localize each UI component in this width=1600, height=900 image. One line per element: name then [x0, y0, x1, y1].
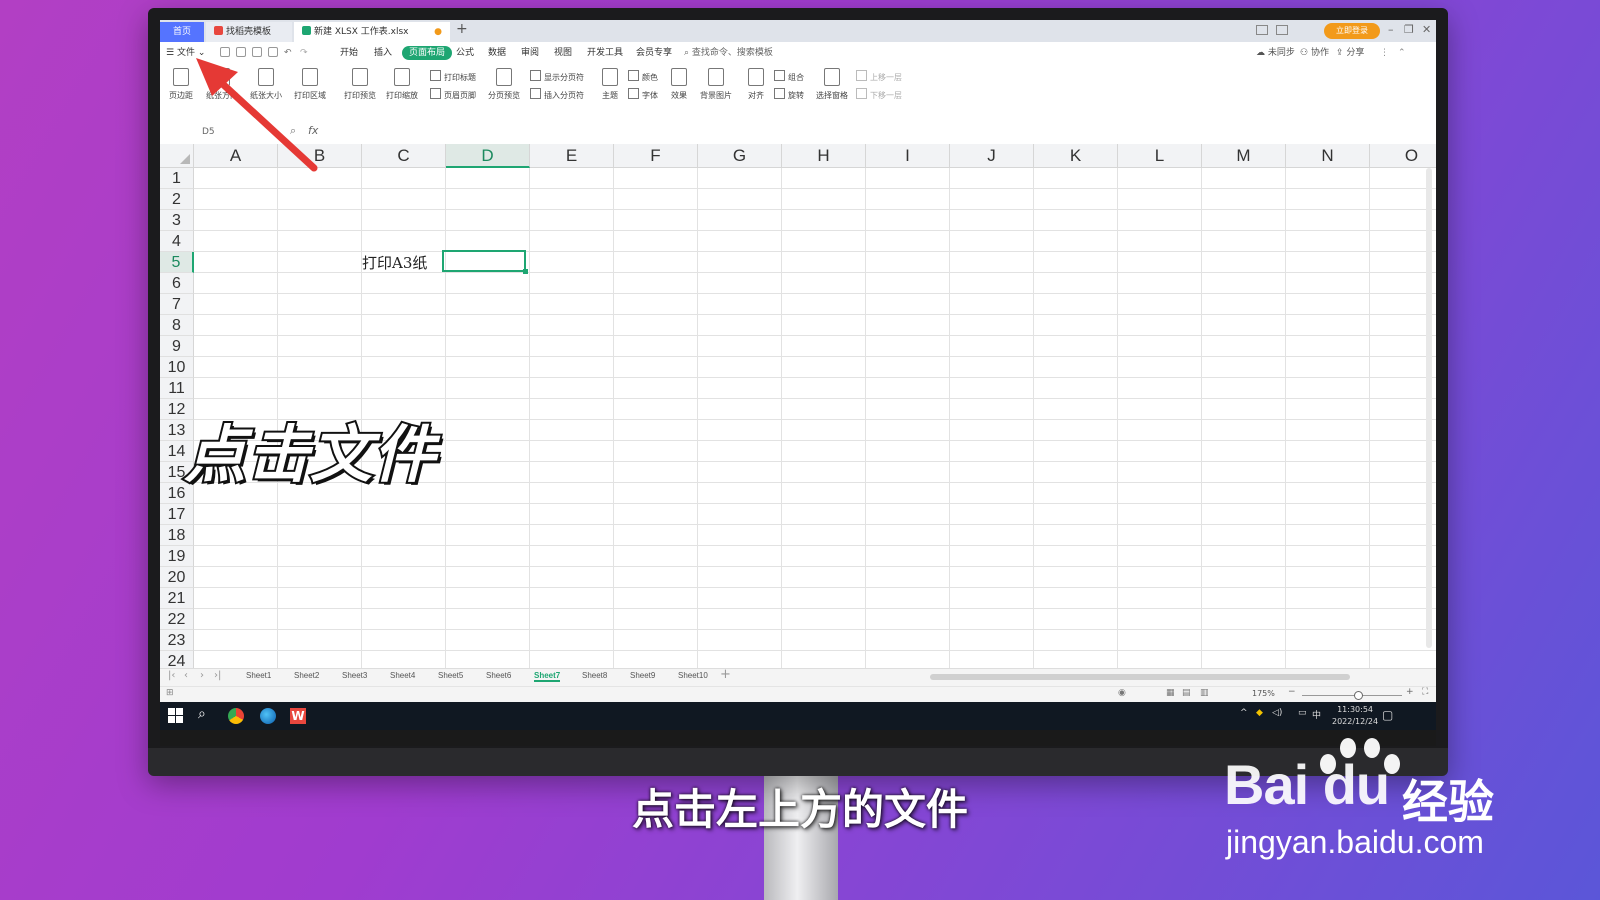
baidu-paw-icon: [1316, 732, 1406, 786]
baidu-watermark: Bai du 经验 jingyan.baidu.com: [1224, 738, 1494, 860]
step-caption: 点击文件: [182, 416, 437, 493]
watermark-jingyan: 经验: [1402, 775, 1494, 829]
watermark-url: jingyan.baidu.com: [1226, 824, 1484, 860]
